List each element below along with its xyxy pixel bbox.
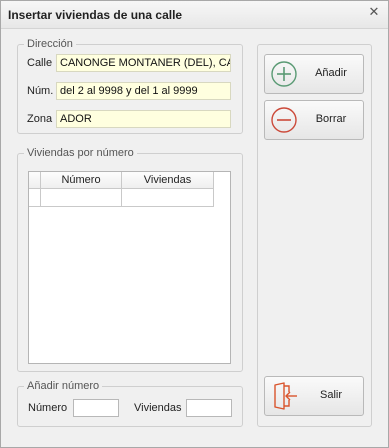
num-label: Núm. [27, 85, 54, 97]
zona-field[interactable]: ADOR [56, 110, 231, 128]
window-title: Insertar viviendas de una calle [8, 8, 183, 22]
anadir-button[interactable]: Añadir [264, 54, 364, 94]
borrar-button[interactable]: Borrar [264, 100, 364, 140]
num-field[interactable]: del 2 al 9998 y del 1 al 9999 [56, 82, 231, 100]
borrar-label: Borrar [315, 113, 347, 125]
viviendas-table[interactable]: Número Viviendas [28, 171, 231, 364]
close-icon[interactable]: ✕ [366, 4, 382, 20]
zona-label: Zona [27, 113, 53, 125]
salir-button[interactable]: Salir [264, 376, 364, 416]
dialog-window: Insertar viviendas de una calle ✕ Direcc… [0, 0, 389, 448]
anadir-numero-group: Añadir número Número Viviendas [17, 379, 243, 427]
numero-label: Número [28, 402, 68, 414]
viviendas-input[interactable] [186, 399, 232, 417]
anadir-numero-legend: Añadir número [24, 379, 103, 393]
column-header-viviendas[interactable]: Viviendas [122, 172, 214, 189]
column-header-numero[interactable]: Número [41, 172, 122, 189]
plus-circle-icon [271, 61, 297, 87]
table-row-header[interactable] [29, 189, 41, 207]
salir-label: Salir [319, 389, 342, 401]
table-cell-viviendas[interactable] [122, 189, 214, 207]
calle-label: Calle [27, 57, 53, 69]
calle-field[interactable]: CANONGE MONTANER (DEL), CAN [56, 54, 231, 72]
table-corner-header [29, 172, 41, 189]
viviendas-label: Viviendas [134, 402, 182, 414]
viviendas-por-numero-group: Viviendas por número Número Viviendas [17, 146, 243, 372]
direccion-legend: Dirección [24, 37, 76, 51]
direccion-group: Dirección Calle CANONGE MONTANER (DEL), … [17, 37, 243, 134]
table-cell-numero[interactable] [41, 189, 122, 207]
anadir-label: Añadir [315, 67, 347, 79]
numero-input[interactable] [73, 399, 119, 417]
title-bar[interactable]: Insertar viviendas de una calle ✕ [1, 1, 388, 29]
viviendas-por-numero-legend: Viviendas por número [24, 146, 137, 160]
exit-door-icon [274, 382, 297, 410]
minus-circle-icon [271, 107, 297, 133]
